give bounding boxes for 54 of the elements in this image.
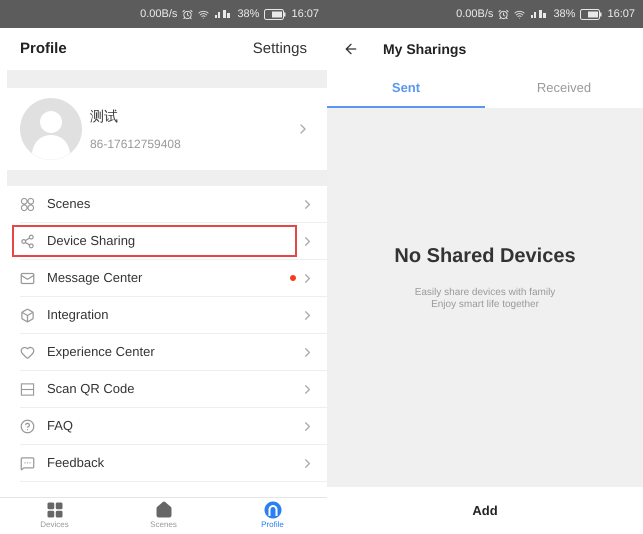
battery-icon bbox=[580, 8, 602, 20]
wifi-icon bbox=[514, 8, 526, 20]
screen-title: My Sharings bbox=[383, 40, 466, 59]
wifi-icon bbox=[198, 8, 210, 20]
alarm-icon bbox=[498, 8, 510, 20]
profile-icon bbox=[264, 501, 282, 519]
profile-card[interactable]: 测试 86-17612759408 bbox=[0, 88, 327, 170]
share-icon bbox=[20, 234, 35, 248]
menu-label: Scenes bbox=[47, 195, 92, 214]
empty-title: No Shared Devices bbox=[394, 244, 576, 269]
help-icon bbox=[20, 418, 35, 434]
menu-label: Scan QR Code bbox=[47, 380, 136, 398]
chat-icon bbox=[20, 456, 35, 470]
menu-item[interactable]: Device Sharing bbox=[20, 223, 327, 260]
menu-label: Experience Center bbox=[47, 343, 156, 362]
menu-label: Feedback bbox=[47, 454, 106, 472]
grid-icon bbox=[46, 501, 64, 519]
menu-label: Message Center bbox=[47, 269, 144, 288]
avatar-icon bbox=[20, 98, 82, 160]
home-icon bbox=[154, 501, 172, 519]
battery-percent: 38% bbox=[553, 6, 576, 22]
four-circles-icon bbox=[20, 196, 35, 212]
nav-tab[interactable]: Profile bbox=[218, 498, 327, 534]
alarm-icon bbox=[182, 8, 194, 20]
add-button[interactable]: Add bbox=[327, 487, 643, 534]
menu-label: Integration bbox=[47, 306, 110, 324]
cube-icon bbox=[20, 308, 35, 322]
menu-item[interactable]: Message Center bbox=[20, 260, 327, 297]
menu-item[interactable]: FAQ bbox=[20, 408, 327, 445]
menu-item[interactable]: Scenes bbox=[20, 186, 327, 223]
settings-button[interactable]: Settings bbox=[252, 38, 307, 60]
empty-hint: Easily share devices with family bbox=[414, 287, 556, 299]
clock: 16:07 bbox=[291, 6, 319, 22]
heart-icon bbox=[20, 344, 35, 360]
signal-icon bbox=[214, 9, 232, 19]
menu-item[interactable]: Scan QR Code bbox=[20, 371, 327, 408]
battery-icon bbox=[264, 8, 286, 20]
clock: 16:07 bbox=[607, 6, 635, 22]
menu-label: Device Sharing bbox=[47, 232, 136, 250]
network-speed: 0.00B/s bbox=[456, 6, 494, 22]
user-name: 测试 bbox=[90, 106, 119, 126]
signal-icon bbox=[530, 9, 548, 19]
empty-hint: Enjoy smart life together bbox=[431, 299, 539, 311]
menu-item[interactable]: Feedback bbox=[20, 445, 327, 482]
menu-item[interactable]: Integration bbox=[20, 297, 327, 334]
menu-label: FAQ bbox=[47, 417, 74, 436]
screen-title: Profile bbox=[20, 38, 67, 59]
user-phone: 86-17612759408 bbox=[90, 136, 182, 152]
battery-percent: 38% bbox=[237, 6, 260, 22]
menu-item[interactable]: Experience Center bbox=[20, 334, 327, 371]
scan-icon bbox=[20, 382, 35, 396]
mail-icon bbox=[20, 270, 35, 286]
back-icon[interactable] bbox=[343, 41, 359, 57]
network-speed: 0.00B/s bbox=[140, 6, 178, 22]
